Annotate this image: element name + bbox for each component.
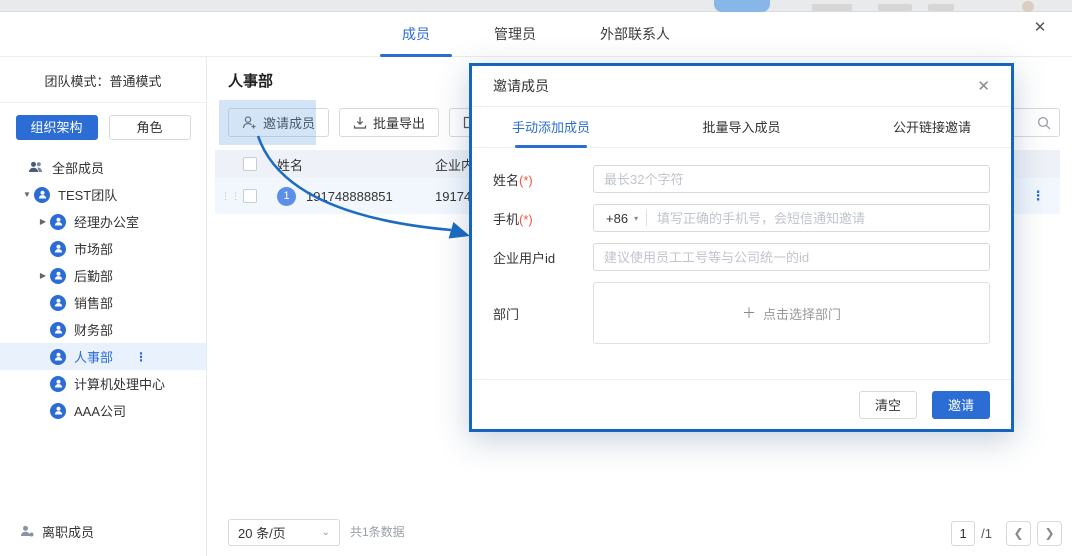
phone-field[interactable] [647, 205, 989, 231]
tree-item-label: 人事部 [74, 347, 113, 366]
tab-members[interactable]: 成员 [402, 12, 430, 57]
sidebar: 团队模式：普通模式 组织架构 角色 全部成员 ▼ TEST团队 ▶ 经理办公室 … [0, 57, 207, 556]
tree-item-marketing[interactable]: 市场部 [0, 235, 206, 262]
name-field-label: 姓名(*) [493, 170, 593, 189]
background-window-strip [0, 0, 1072, 12]
dialog-title: 邀请成员 [493, 76, 549, 96]
name-field[interactable] [594, 166, 989, 192]
row-more-icon[interactable]: ⋮ [1016, 188, 1060, 204]
invite-member-label: 邀请成员 [263, 113, 315, 132]
tree-item-label: AAA公司 [74, 401, 126, 420]
clear-button[interactable]: 清空 [859, 391, 917, 419]
department-icon [50, 268, 66, 284]
total-pages-label: /1 [981, 526, 992, 541]
roles-button[interactable]: 角色 [109, 115, 191, 140]
tab-public-link[interactable]: 公开链接邀请 [893, 107, 971, 148]
background-avatar [1022, 1, 1034, 12]
phone-field-label: 手机(*) [493, 209, 593, 228]
tree-item-sales[interactable]: 销售部 [0, 289, 206, 316]
department-icon [50, 241, 66, 257]
department-icon [34, 187, 50, 203]
invite-member-dialog: 邀请成员 ✕ 手动添加成员 批量导入成员 公开链接邀请 姓名(*) 手机(*) … [469, 63, 1014, 432]
tree-item-finance[interactable]: 财务部 [0, 316, 206, 343]
pagination: 1 /1 ❮ ❯ [951, 521, 1062, 546]
tree-item-label: 财务部 [74, 320, 113, 339]
tree-item-logistics[interactable]: ▶ 后勤部 [0, 262, 206, 289]
tab-batch-import[interactable]: 批量导入成员 [702, 107, 780, 148]
caret-down-icon[interactable]: ▼ [20, 190, 34, 199]
background-decor [928, 4, 954, 11]
dialog-close-icon[interactable]: ✕ [977, 77, 990, 95]
background-decor [812, 4, 852, 11]
group-icon [28, 161, 44, 174]
resigned-members-item[interactable]: 离职成员 [0, 518, 206, 544]
page-size-value: 20 条/页 [238, 523, 286, 542]
chevron-down-icon: ⌄ [322, 527, 330, 538]
tree-item-hr[interactable]: 人事部 ⋮ [0, 343, 206, 370]
tab-admins[interactable]: 管理员 [494, 12, 536, 57]
caret-right-icon[interactable]: ▶ [36, 217, 50, 226]
select-all-checkbox[interactable] [243, 157, 257, 171]
divider [0, 102, 206, 103]
tree-item-manager-office[interactable]: ▶ 经理办公室 [0, 208, 206, 235]
prev-page-button[interactable]: ❮ [1006, 521, 1031, 546]
next-page-button[interactable]: ❯ [1037, 521, 1062, 546]
resigned-person-icon [20, 525, 34, 538]
org-tree: 全部成员 ▼ TEST团队 ▶ 经理办公室 市场部 ▶ 后勤部 销售部 财务部 [0, 154, 206, 424]
invite-button[interactable]: 邀请 [932, 391, 990, 419]
background-active-tab [714, 0, 770, 12]
invite-member-button[interactable]: 邀请成员 [228, 108, 329, 137]
close-icon[interactable]: ✕ [1024, 12, 1056, 44]
tree-item-label: 后勤部 [74, 266, 113, 285]
tree-item-label: 销售部 [74, 293, 113, 312]
enterprise-userid-field[interactable] [594, 244, 989, 270]
tree-item-label: 市场部 [74, 239, 113, 258]
tree-item-label: 全部成员 [52, 158, 104, 177]
caret-right-icon[interactable]: ▶ [36, 271, 50, 280]
tab-manual-add[interactable]: 手动添加成员 [512, 107, 590, 148]
top-tab-bar: 成员 管理员 外部联系人 [0, 12, 1072, 57]
current-page-input[interactable]: 1 [951, 521, 975, 546]
department-icon [50, 214, 66, 230]
total-count-label: 共1条数据 [350, 523, 405, 540]
chevron-down-icon[interactable]: ▾ [634, 214, 638, 223]
download-icon [353, 116, 367, 129]
country-code-select[interactable]: +86 [594, 211, 634, 226]
tree-item-test-team[interactable]: ▼ TEST团队 [0, 181, 206, 208]
department-icon [50, 322, 66, 338]
drag-handle-icon[interactable]: ⋮⋮ [221, 193, 233, 199]
tree-item-computer-center[interactable]: 计算机处理中心 [0, 370, 206, 397]
tree-item-label: TEST团队 [58, 185, 117, 204]
header-name: 姓名 [277, 155, 435, 174]
department-icon [50, 403, 66, 419]
background-decor [878, 4, 912, 11]
resigned-members-label: 离职成员 [42, 522, 94, 541]
dialog-tabs: 手动添加成员 批量导入成员 公开链接邀请 [472, 107, 1011, 148]
tree-item-aaa-company[interactable]: AAA公司 [0, 397, 206, 424]
userid-field-label: 企业用户id [493, 248, 593, 267]
tree-item-label: 计算机处理中心 [74, 374, 165, 393]
tree-item-label: 经理办公室 [74, 212, 139, 231]
batch-export-button[interactable]: 批量导出 [339, 108, 439, 137]
department-icon [50, 376, 66, 392]
member-name: 191748888851 [306, 189, 393, 204]
department-icon [50, 295, 66, 311]
select-department-label: 点击选择部门 [763, 304, 841, 323]
tree-item-all-members[interactable]: 全部成员 [0, 154, 206, 181]
search-icon [1037, 116, 1051, 130]
team-mode-label: 团队模式：普通模式 [0, 57, 206, 102]
avatar: 1 [277, 187, 296, 206]
person-add-icon [242, 116, 257, 129]
more-icon[interactable]: ⋮ [135, 350, 147, 364]
tab-external-contacts[interactable]: 外部联系人 [600, 12, 670, 57]
select-department-button[interactable]: ＋ 点击选择部门 [593, 282, 990, 344]
batch-export-label: 批量导出 [373, 113, 425, 132]
department-field-label: 部门 [493, 304, 593, 323]
department-icon [50, 349, 66, 365]
page-title: 人事部 [228, 70, 273, 91]
plus-icon: ＋ [742, 303, 756, 323]
row-checkbox[interactable] [243, 189, 257, 203]
page-size-select[interactable]: 20 条/页 ⌄ [228, 519, 340, 546]
org-structure-button[interactable]: 组织架构 [16, 115, 98, 140]
